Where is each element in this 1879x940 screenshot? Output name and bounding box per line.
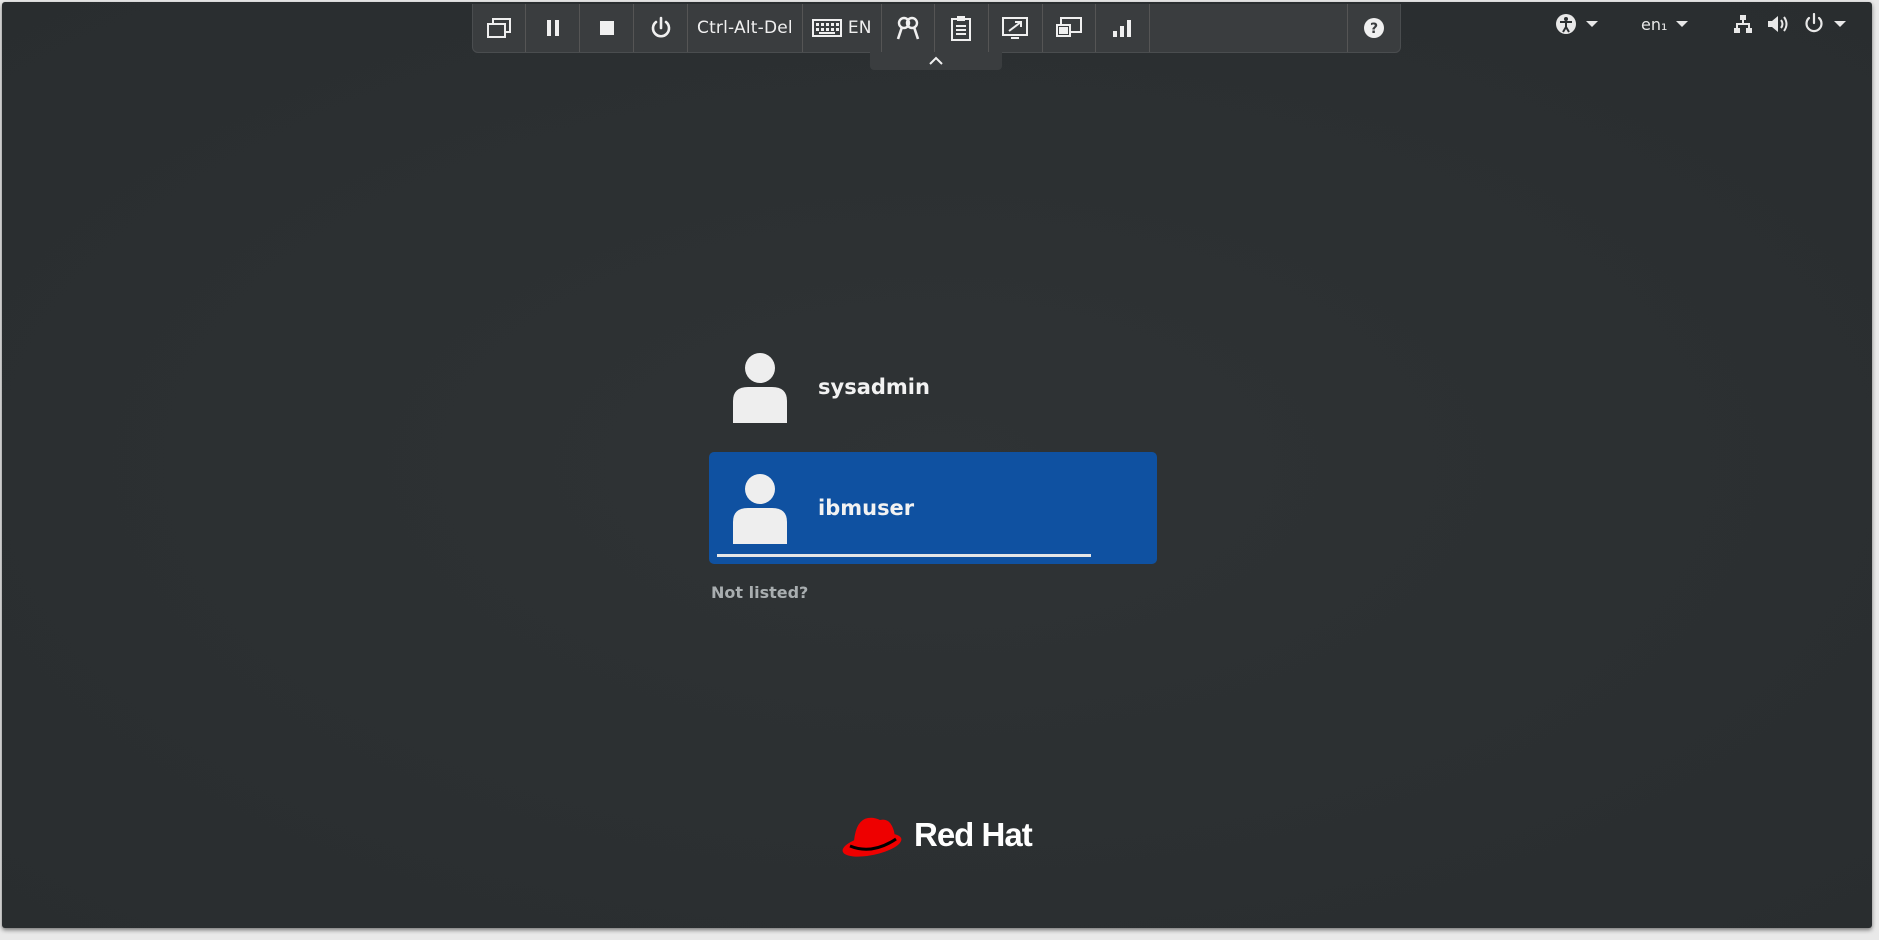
stop-icon	[599, 21, 614, 35]
stop-button[interactable]	[580, 4, 634, 52]
red-hat-icon	[842, 817, 902, 857]
power-button[interactable]	[634, 4, 688, 52]
language-menu[interactable]: en₁	[1641, 12, 1689, 36]
user-row-sysadmin[interactable]: sysadmin	[709, 331, 1157, 443]
accessibility-icon	[1556, 14, 1576, 34]
ctrl-alt-del-button[interactable]: Ctrl-Alt-Del	[688, 4, 803, 52]
signal-icon	[1113, 20, 1132, 37]
keyboard-layout-button[interactable]: EN	[803, 4, 882, 52]
system-menu[interactable]	[1733, 12, 1847, 36]
windows-icon	[487, 18, 511, 38]
chevron-down-icon	[1586, 21, 1598, 27]
toolbar-collapse-button[interactable]	[870, 52, 1002, 70]
fullscreen-button[interactable]	[989, 4, 1043, 52]
send-keys-button[interactable]	[473, 4, 526, 52]
user-name: ibmuser	[818, 496, 915, 520]
pause-icon	[546, 20, 559, 36]
power-icon	[651, 16, 670, 38]
volume-icon	[1768, 16, 1788, 32]
keys-icon	[896, 16, 919, 40]
svg-text:?: ?	[1370, 21, 1378, 37]
monitors-icon	[1055, 17, 1082, 37]
console-toolbar: Ctrl-Alt-Del EN ?	[472, 4, 1401, 53]
pause-button[interactable]	[526, 4, 580, 52]
statistics-button[interactable]	[1096, 4, 1150, 52]
help-button[interactable]: ?	[1348, 4, 1400, 52]
keyboard-icon	[811, 19, 842, 37]
user-row-ibmuser[interactable]: ibmuser	[709, 452, 1157, 564]
selection-underline	[717, 554, 1091, 557]
chevron-down-icon	[1834, 21, 1846, 27]
user-name: sysadmin	[818, 375, 930, 399]
resize-icon	[1002, 17, 1029, 39]
ctrl-alt-del-label: Ctrl-Alt-Del	[697, 18, 793, 38]
toolbar-spacer	[1150, 4, 1348, 52]
not-listed-link[interactable]: Not listed?	[711, 583, 808, 602]
login-screen: Ctrl-Alt-Del EN ? en₁ sysadmin ibmuser N…	[2, 2, 1872, 928]
user-avatar-icon	[733, 474, 787, 544]
chevron-down-icon	[1676, 21, 1689, 27]
screens-button[interactable]	[1043, 4, 1096, 52]
clipboard-button[interactable]	[935, 4, 989, 52]
clipboard-icon	[951, 16, 972, 41]
keyboard-layout-label: EN	[847, 18, 872, 38]
help-icon: ?	[1364, 18, 1384, 38]
accessibility-menu[interactable]	[1555, 12, 1599, 36]
red-hat-logo: Red Hat	[840, 810, 1033, 860]
power-icon	[1805, 13, 1823, 33]
user-avatar-icon	[733, 353, 787, 423]
red-hat-wordmark: Red Hat	[914, 816, 1033, 853]
chevron-up-icon	[929, 56, 943, 65]
network-icon	[1734, 15, 1752, 33]
language-label: en₁	[1641, 14, 1668, 34]
credentials-button[interactable]	[882, 4, 935, 52]
